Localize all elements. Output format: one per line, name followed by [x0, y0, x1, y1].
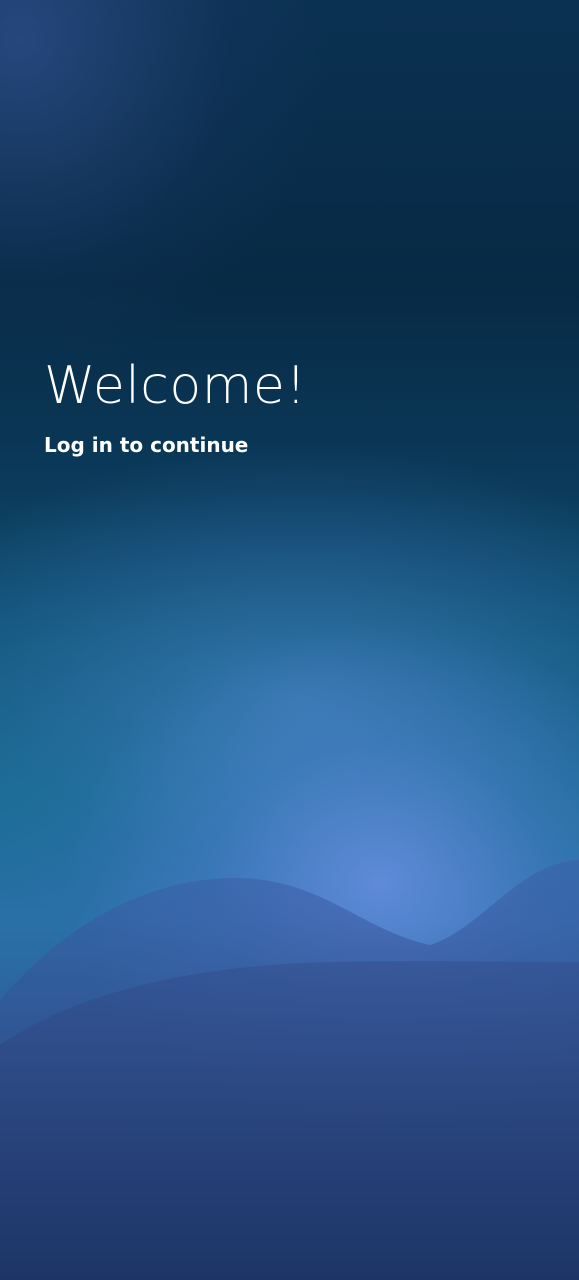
login-prompt: Log in to continue	[44, 433, 249, 457]
front-wave	[0, 961, 579, 1280]
background-waves	[0, 860, 579, 1280]
welcome-title: Welcome!	[44, 356, 307, 416]
welcome-section: Welcome! Log in to continue	[44, 355, 544, 459]
login-welcome-screen: Welcome! Log in to continue	[0, 0, 579, 1280]
